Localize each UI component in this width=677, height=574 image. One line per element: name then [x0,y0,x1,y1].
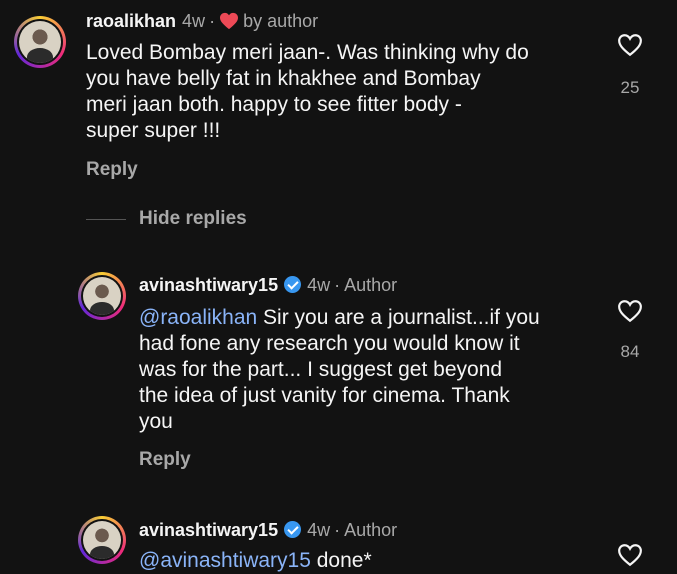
author-label: Author [344,275,398,295]
comment-line: super super !!! [86,119,221,142]
like-count: 25 [620,78,640,97]
author-label: Author [344,520,398,540]
reply-line: was for the part... I suggest get beyond [139,358,503,381]
comment-line: Loved Bombay meri jaan-. Was thinking wh… [86,41,529,64]
comment-raoalikhan: raoalikhan 4w · by author Loved Bombay meri… [0,0,677,240]
heart-filled-icon [220,12,239,30]
avatar[interactable] [78,272,126,320]
comment-line: you have belly fat in khakhee and Bombay [86,67,481,90]
reply-text: @avinashtiwary15 done* [139,548,372,574]
reply-line: @avinashtiwary15 done* [139,548,372,574]
reply-line: you [139,410,173,433]
comment-line: meri jaan both. happy to see fitter body… [86,93,462,116]
avatar[interactable] [14,16,66,68]
timestamp: 4w [307,520,331,540]
reply-button[interactable]: Reply [86,159,138,181]
like-count: 84 [620,342,640,361]
separator: · [209,11,216,31]
reply-button[interactable]: Reply [139,449,191,471]
username[interactable]: raoalikhan [86,11,176,31]
mention-link[interactable]: @avinashtiwary15 [139,549,311,572]
hide-replies-button[interactable]: Hide replies [139,208,247,230]
comment-text: Loved Bombay meri jaan-. Was thinking wh… [86,40,529,144]
divider-line [86,219,126,220]
reply-line-text: Sir you are a journalist...if you [257,306,540,329]
avatar[interactable] [78,516,126,564]
heart-outline-icon[interactable] [617,33,643,57]
verified-badge-icon [284,521,302,538]
timestamp: 4w [182,11,206,31]
reply-meta: avinashtiwary15 4w · Author [139,520,397,541]
username[interactable]: avinashtiwary15 [139,520,278,540]
reply-meta: avinashtiwary15 4w · Author [139,275,397,296]
heart-outline-icon[interactable] [617,543,643,567]
reply-line-text: done* [310,549,372,572]
separator: · [334,275,341,295]
username[interactable]: avinashtiwary15 [139,275,278,295]
comment-meta: raoalikhan 4w · by author [86,11,318,32]
reply-line: had fone any research you would know it [139,332,520,355]
separator: · [334,520,341,540]
timestamp: 4w [307,275,331,295]
mention-link[interactable]: @raoalikhan [139,306,257,329]
verified-badge-icon [284,276,302,293]
by-author-label: by author [243,11,319,31]
reply-line: the idea of just vanity for cinema. Than… [139,384,510,407]
heart-outline-icon[interactable] [617,299,643,323]
reply-text: @raoalikhan Sir you are a journalist...i… [139,305,540,435]
reply-line: @raoalikhan Sir you are a journalist...i… [139,305,540,331]
